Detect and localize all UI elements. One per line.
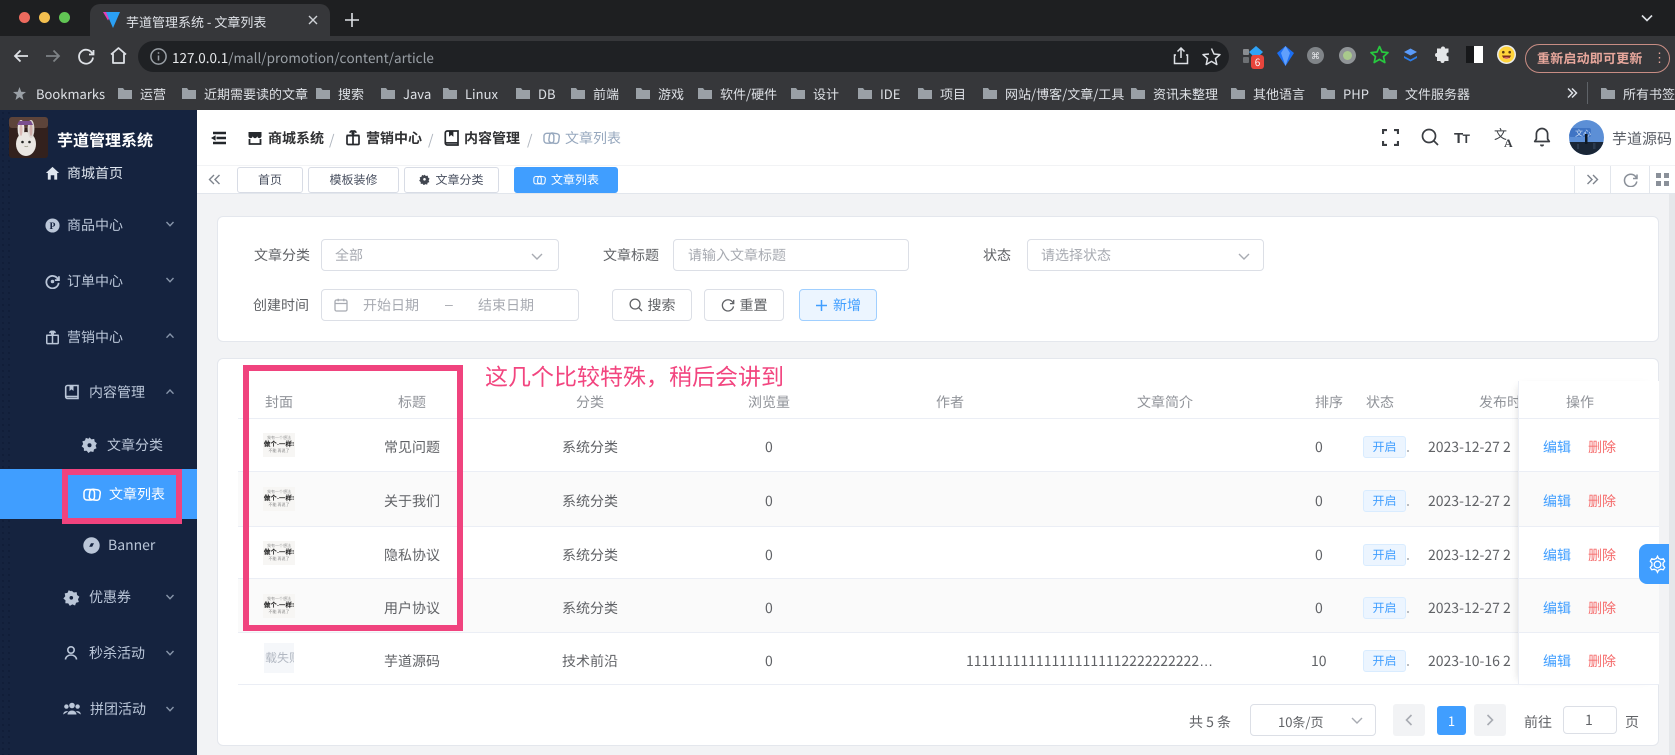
svg-text:P: P: [50, 218, 56, 232]
svg-text:A: A: [1504, 134, 1513, 148]
svg-text:⌘: ⌘: [1311, 49, 1320, 62]
svg-text:6: 6: [1255, 54, 1261, 69]
svg-text:文心: 文心: [1575, 128, 1591, 139]
